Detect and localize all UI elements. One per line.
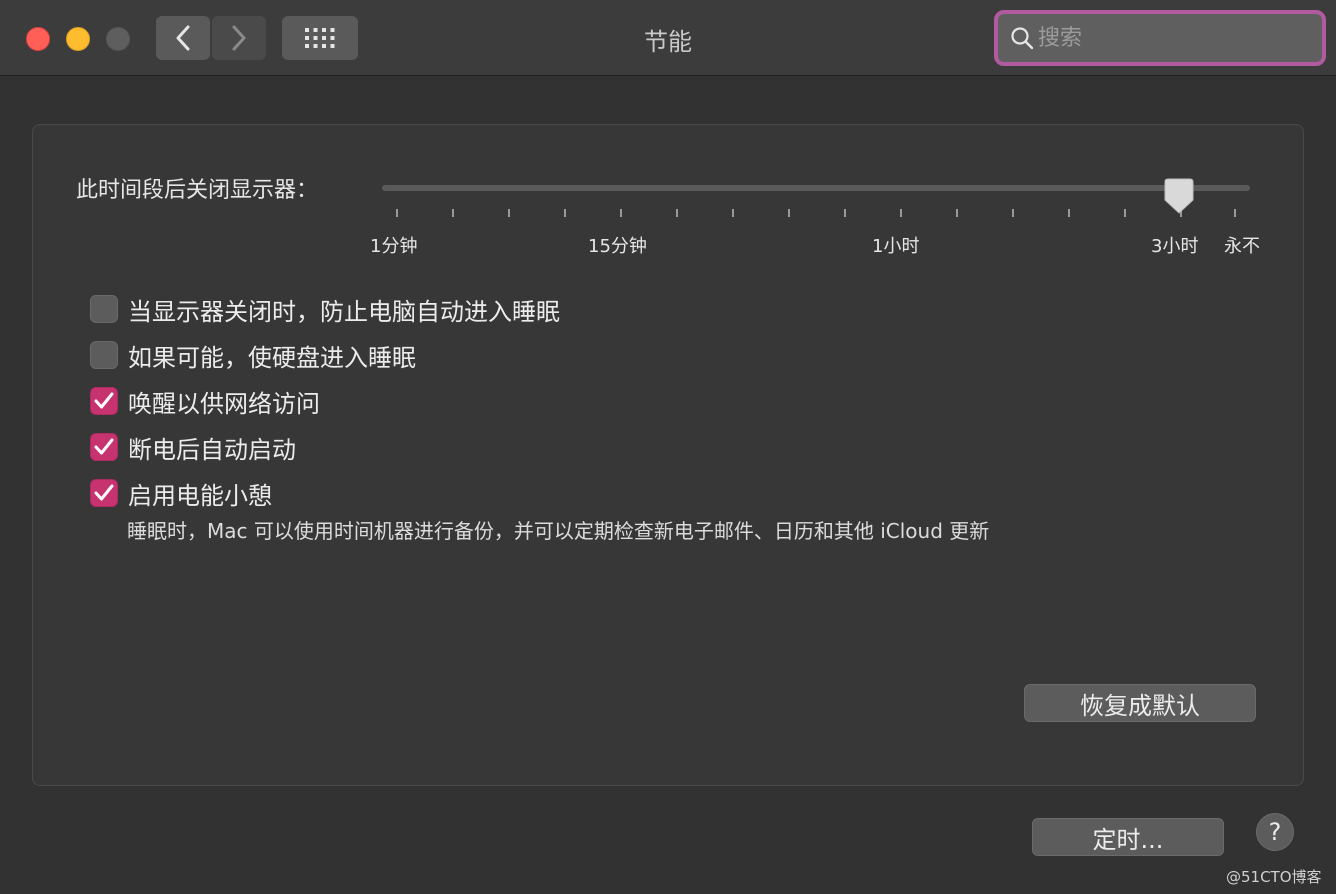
display-sleep-slider[interactable]: [382, 185, 1250, 191]
restore-defaults-button[interactable]: 恢复成默认: [1024, 684, 1256, 722]
zoom-button[interactable]: [106, 27, 130, 51]
slider-thumb[interactable]: [1164, 178, 1194, 214]
back-button[interactable]: [156, 16, 210, 60]
search-field[interactable]: [994, 10, 1326, 66]
slider-tick: [732, 209, 734, 217]
slider-tick: [452, 209, 454, 217]
checkbox[interactable]: [90, 295, 118, 323]
slider-tick: [956, 209, 958, 217]
tick-label-15min: 15分钟: [588, 236, 647, 257]
option-label: 如果可能，使硬盘进入睡眠: [128, 343, 416, 372]
tick-label-1min: 1分钟: [370, 236, 418, 257]
slider-tick: [508, 209, 510, 217]
tick-label-never: 永不: [1224, 236, 1260, 257]
schedule-button[interactable]: 定时...: [1032, 818, 1224, 856]
chevron-right-icon: [232, 25, 246, 51]
option-prevent-sleep[interactable]: 当显示器关闭时，防止电脑自动进入睡眠: [90, 294, 560, 326]
checkbox[interactable]: [90, 479, 118, 507]
display-sleep-label: 此时间段后关闭显示器：: [76, 178, 319, 203]
close-button[interactable]: [26, 27, 50, 51]
checkbox[interactable]: [90, 433, 118, 461]
slider-tick: [1124, 209, 1126, 217]
slider-tick: [620, 209, 622, 217]
slider-tick: [844, 209, 846, 217]
window-title: 节能: [644, 28, 692, 56]
checkbox[interactable]: [90, 387, 118, 415]
slider-tick: [564, 209, 566, 217]
forward-button[interactable]: [212, 16, 266, 60]
option-label: 唤醒以供网络访问: [128, 389, 320, 418]
slider-tick: [900, 209, 902, 217]
chevron-left-icon: [176, 25, 190, 51]
energy-saver-window: 节能 此时间段后关闭显示器： 1分钟 15分钟 1小时 3小时 永不 当显示器关…: [0, 0, 1336, 894]
checkmark-icon: [94, 438, 114, 455]
option-auto-start[interactable]: 断电后自动启动: [90, 432, 296, 464]
slider-tick: [1068, 209, 1070, 217]
power-nap-description: 睡眠时，Mac 可以使用时间机器进行备份，并可以定期检查新电子邮件、日历和其他 …: [127, 519, 990, 543]
minimize-button[interactable]: [66, 27, 90, 51]
tick-label-1hour: 1小时: [872, 236, 920, 257]
grid-icon: [305, 28, 335, 48]
checkbox[interactable]: [90, 341, 118, 369]
title-bar: 节能: [0, 0, 1336, 76]
tick-label-3hours: 3小时: [1151, 236, 1199, 257]
option-label: 当显示器关闭时，防止电脑自动进入睡眠: [128, 297, 560, 326]
checkmark-icon: [94, 392, 114, 409]
option-label: 断电后自动启动: [128, 435, 296, 464]
slider-tick: [788, 209, 790, 217]
search-input[interactable]: [1038, 25, 1308, 51]
slider-tick: [1234, 209, 1236, 217]
option-disk-sleep[interactable]: 如果可能，使硬盘进入睡眠: [90, 340, 416, 372]
slider-tick: [1012, 209, 1014, 217]
slider-tick: [396, 209, 398, 217]
option-wake-network[interactable]: 唤醒以供网络访问: [90, 386, 320, 418]
option-power-nap[interactable]: 启用电能小憩: [90, 478, 272, 510]
option-label: 启用电能小憩: [128, 481, 272, 510]
slider-tick: [676, 209, 678, 217]
watermark: @51CTO博客: [1226, 868, 1322, 886]
show-all-button[interactable]: [282, 16, 358, 60]
search-icon: [1011, 27, 1034, 50]
help-button[interactable]: ?: [1256, 813, 1294, 851]
checkmark-icon: [94, 484, 114, 501]
